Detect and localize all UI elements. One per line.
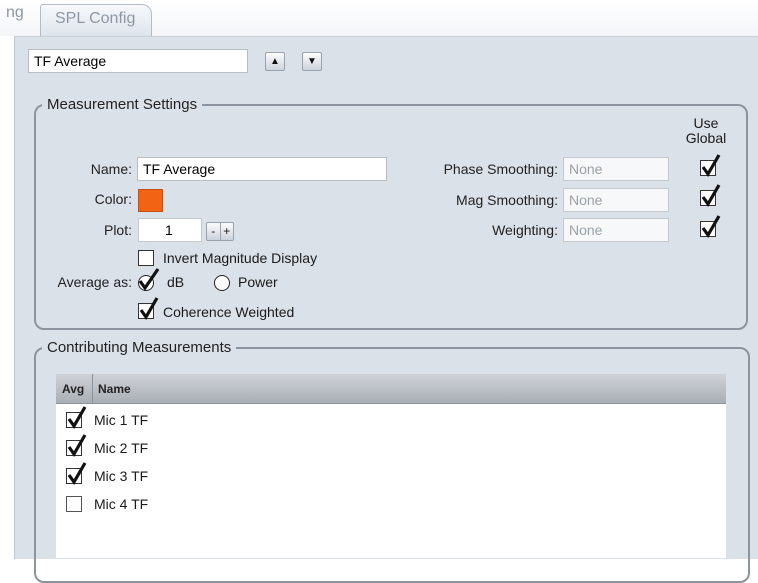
tab-previous[interactable]: ng	[0, 0, 36, 36]
table-header: Avg Name	[56, 374, 726, 404]
average-power-radio[interactable]	[214, 275, 230, 291]
average-db-radio[interactable]	[138, 268, 160, 291]
contributing-table: Avg Name Mic 1 TF Mic 2 TF Mic 3 TF Mic …	[56, 374, 726, 558]
checkmark-icon	[67, 434, 87, 457]
weighting-label: Weighting:	[492, 222, 558, 238]
mag-smoothing-label: Mag Smoothing:	[456, 192, 558, 208]
table-row[interactable]: Mic 1 TF	[56, 406, 726, 435]
table-row[interactable]: Mic 3 TF	[56, 462, 726, 491]
row-name: Mic 1 TF	[94, 412, 149, 428]
invert-magnitude-checkbox[interactable]	[138, 250, 154, 266]
move-down-button[interactable]: ▼	[302, 52, 322, 71]
checkmark-icon	[139, 297, 159, 320]
average-power-label: Power	[238, 274, 278, 290]
color-swatch[interactable]	[138, 189, 163, 212]
mag-smoothing-field[interactable]	[563, 188, 669, 212]
invert-magnitude-label: Invert Magnitude Display	[163, 250, 318, 266]
row-name: Mic 2 TF	[94, 440, 149, 456]
row-avg-checkbox[interactable]	[66, 496, 82, 512]
checkmark-icon	[701, 184, 721, 207]
color-label: Color:	[94, 191, 132, 207]
phase-smoothing-field[interactable]	[563, 157, 669, 181]
measurement-settings-legend: Measurement Settings	[47, 96, 198, 113]
row-avg-checkbox[interactable]	[66, 406, 87, 429]
checkmark-icon	[67, 462, 87, 485]
use-global-line2: Global	[685, 130, 727, 146]
plot-increment-button[interactable]: +	[219, 223, 234, 240]
name-label: Name:	[90, 161, 132, 177]
plot-decrement-button[interactable]: -	[207, 223, 220, 240]
measurement-selector-input[interactable]	[28, 49, 248, 73]
column-header-name[interactable]: Name	[98, 374, 131, 404]
down-arrow-icon: ▼	[307, 56, 317, 67]
measurement-settings-group: Measurement Settings	[34, 96, 748, 330]
plot-label: Plot:	[103, 222, 132, 238]
phase-smoothing-label: Phase Smoothing:	[443, 161, 558, 177]
row-avg-checkbox[interactable]	[66, 434, 87, 457]
name-input[interactable]	[137, 157, 387, 181]
average-as-label: Average as:	[57, 274, 132, 290]
checkmark-icon	[701, 215, 721, 238]
plot-input[interactable]	[138, 218, 202, 242]
checkmark-icon	[701, 154, 721, 177]
row-name: Mic 4 TF	[94, 496, 149, 512]
average-db-label: dB	[167, 274, 185, 290]
checkmark-icon	[138, 268, 160, 291]
use-global-header: Use Global	[680, 116, 732, 146]
column-header-avg[interactable]: Avg	[56, 374, 93, 404]
table-row[interactable]: Mic 4 TF	[56, 491, 726, 519]
mag-smoothing-global-checkbox[interactable]	[700, 184, 721, 207]
contributing-measurements-legend: Contributing Measurements	[47, 339, 232, 356]
tab-spl-config[interactable]: SPL Config	[40, 4, 152, 38]
checkmark-icon	[67, 406, 87, 429]
row-avg-checkbox[interactable]	[66, 462, 87, 485]
move-up-button[interactable]: ▲	[265, 52, 285, 71]
coherence-weighted-checkbox[interactable]	[138, 297, 159, 320]
phase-smoothing-global-checkbox[interactable]	[700, 154, 721, 177]
weighting-global-checkbox[interactable]	[700, 215, 721, 238]
weighting-field[interactable]	[563, 218, 669, 242]
plot-stepper[interactable]: - +	[206, 222, 234, 241]
use-global-line1: Use	[693, 115, 719, 131]
coherence-weighted-label: Coherence Weighted	[163, 304, 295, 320]
table-row[interactable]: Mic 2 TF	[56, 434, 726, 463]
row-name: Mic 3 TF	[94, 468, 149, 484]
up-arrow-icon: ▲	[270, 56, 280, 67]
